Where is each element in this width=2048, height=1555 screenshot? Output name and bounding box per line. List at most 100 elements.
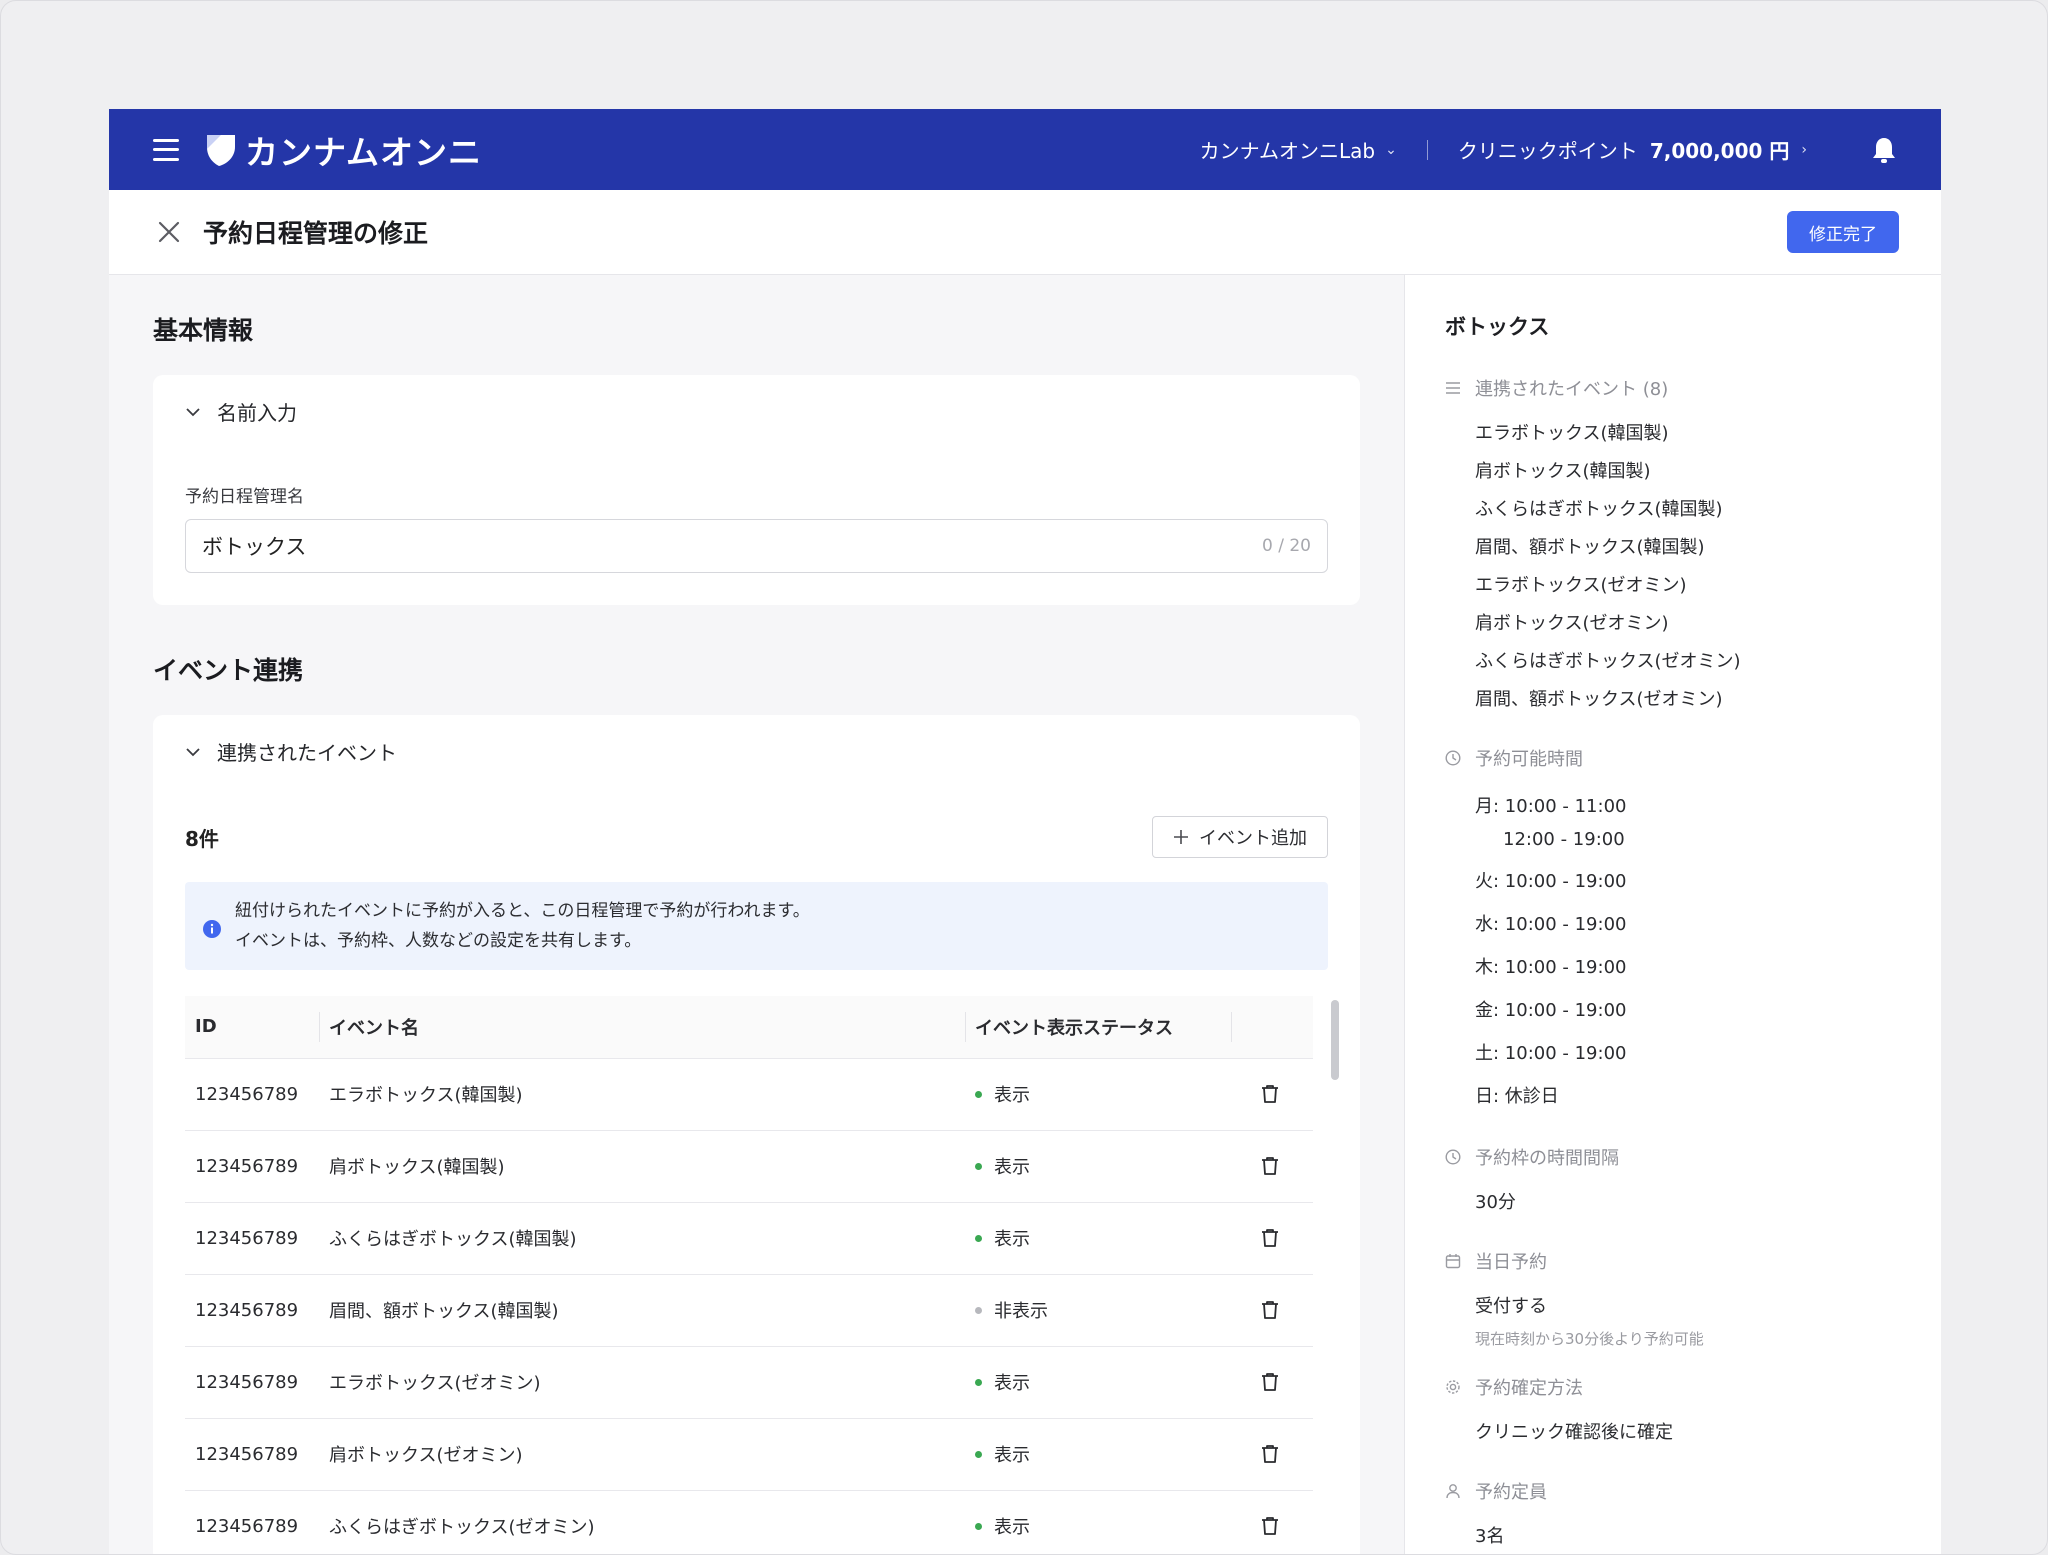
event-id: 123456789	[185, 1417, 319, 1490]
linked-events-toggle[interactable]: 連携されたイベント	[185, 737, 1328, 766]
table-row[interactable]: 123456789 エラボトックス(ゼオミン) 表示	[185, 1345, 1313, 1418]
clinic-points-link[interactable]: クリニックポイント 7,000,000 円 ›	[1458, 135, 1807, 164]
table-header-row: ID イベント名 イベント表示ステータス	[185, 996, 1313, 1058]
status-dot	[975, 1306, 982, 1314]
event-id: 123456789	[185, 1489, 319, 1554]
status-badge: 表示	[975, 1225, 1030, 1251]
event-name: 眉間、額ボトックス(韓国製)	[319, 1273, 965, 1346]
hours-thu: 木: 10:00 - 19:00	[1475, 957, 1627, 978]
add-event-button[interactable]: イベント追加	[1152, 816, 1328, 858]
name-input-card: 名前入力 予約日程管理名 ボトックス 0 / 20	[153, 375, 1360, 605]
status-badge: 表示	[975, 1081, 1030, 1107]
hours-tue: 火: 10:00 - 19:00	[1475, 871, 1627, 892]
event-name: エラボトックス(韓国製)	[319, 1057, 965, 1130]
gear-icon	[1446, 1380, 1460, 1394]
schedule-name-input[interactable]: ボトックス 0 / 20	[185, 519, 1328, 573]
page-titlebar: 予約日程管理の修正 修正完了	[109, 190, 1941, 275]
table-row[interactable]: 123456789 肩ボトックス(ゼオミン) 表示	[185, 1417, 1313, 1490]
clinic-name: カンナムオンニLab	[1199, 139, 1376, 163]
hours-fri: 金: 10:00 - 19:00	[1475, 1000, 1627, 1021]
card-title: 名前入力	[217, 401, 297, 425]
trash-icon[interactable]	[1261, 1444, 1279, 1464]
top-header: カンナムオンニ カンナムオンニLab ⌄ クリニックポイント 7,000,000…	[109, 109, 1941, 190]
basic-info-title: 基本情報	[153, 316, 254, 345]
capacity-heading: 予約定員	[1475, 1482, 1547, 1503]
event-id: 123456789	[185, 1345, 319, 1418]
column-header-actions	[1231, 996, 1313, 1058]
event-status: 表示	[994, 1445, 1030, 1466]
table-row[interactable]: 123456789 ふくらはぎボトックス(ゼオミン) 表示	[185, 1489, 1313, 1554]
row-actions	[1231, 1273, 1313, 1346]
event-name: 肩ボトックス(ゼオミン)	[319, 1417, 965, 1490]
event-name: エラボトックス(ゼオミン)	[319, 1345, 965, 1418]
linked-event-item: エラボトックス(ゼオミン)	[1475, 575, 1687, 596]
bell-icon[interactable]	[1871, 136, 1897, 164]
event-name: ふくらはぎボトックス(ゼオミン)	[319, 1489, 965, 1554]
status-badge: 非表示	[975, 1297, 1048, 1323]
linked-event-item: エラボトックス(韓国製)	[1475, 423, 1669, 444]
linked-event-item: 肩ボトックス(韓国製)	[1475, 461, 1651, 482]
hours-sun: 日: 休診日	[1475, 1086, 1559, 1107]
event-name: ふくらはぎボトックス(韓国製)	[319, 1201, 965, 1274]
summary-title: ボトックス	[1445, 315, 1550, 339]
column-header-name[interactable]: イベント名	[319, 996, 965, 1058]
plus-icon	[1174, 830, 1188, 844]
table-row[interactable]: 123456789 肩ボトックス(韓国製) 表示	[185, 1129, 1313, 1202]
list-icon	[1446, 382, 1460, 394]
trash-icon[interactable]	[1261, 1300, 1279, 1320]
hours-mon-2: 12:00 - 19:00	[1503, 829, 1625, 850]
clock-icon	[1445, 1149, 1461, 1165]
hours-sat: 土: 10:00 - 19:00	[1475, 1043, 1627, 1064]
row-actions	[1231, 1489, 1313, 1554]
trash-icon[interactable]	[1261, 1372, 1279, 1392]
column-header-status[interactable]: イベント表示ステータス	[965, 996, 1231, 1058]
sameday-heading: 当日予約	[1475, 1252, 1547, 1273]
info-notice: 紐付けられたイベントに予約が入ると、この日程管理で予約が行われます。 イベントは…	[185, 882, 1328, 970]
row-actions	[1231, 1129, 1313, 1202]
chevron-right-icon: ›	[1801, 141, 1807, 158]
status-dot	[975, 1234, 982, 1242]
table-scrollbar[interactable]	[1331, 1000, 1339, 1080]
table-row[interactable]: 123456789 眉間、額ボトックス(韓国製) 非表示	[185, 1273, 1313, 1346]
event-status: 表示	[994, 1517, 1030, 1539]
linked-event-item: 眉間、額ボトックス(韓国製)	[1475, 537, 1705, 558]
row-actions	[1231, 1057, 1313, 1130]
linked-event-item: ふくらはぎボトックス(韓国製)	[1475, 499, 1723, 520]
close-icon[interactable]	[157, 220, 181, 244]
event-status-cell: 表示	[965, 1129, 1231, 1202]
linked-events-card: 連携されたイベント 8件 イベント追加 紐付けられたイベントに予約が入ると、この…	[153, 715, 1360, 1554]
trash-icon[interactable]	[1261, 1228, 1279, 1248]
complete-edit-button[interactable]: 修正完了	[1787, 211, 1899, 253]
event-status-cell: 表示	[965, 1201, 1231, 1274]
event-status-cell: 非表示	[965, 1273, 1231, 1346]
info-text-line2: イベントは、予約枠、人数などの設定を共有します。	[235, 931, 642, 951]
trash-icon[interactable]	[1261, 1084, 1279, 1104]
clock-icon	[1445, 750, 1461, 766]
chevron-down-icon	[186, 407, 200, 416]
table-row[interactable]: 123456789 エラボトックス(韓国製) 表示	[185, 1057, 1313, 1130]
trash-icon[interactable]	[1261, 1156, 1279, 1176]
column-header-id[interactable]: ID	[185, 996, 319, 1058]
trash-icon[interactable]	[1261, 1516, 1279, 1536]
schedule-name-value: ボトックス	[202, 535, 307, 559]
logo[interactable]: カンナムオンニ	[205, 126, 482, 174]
linked-events-heading: 連携されたイベント (8)	[1475, 379, 1669, 400]
clinic-selector[interactable]: カンナムオンニLab ⌄	[1200, 135, 1397, 164]
main-content: 基本情報 名前入力 予約日程管理名 ボトックス 0 / 20 イベント連携 連携…	[109, 275, 1405, 1554]
sameday-value: 受付する	[1475, 1296, 1547, 1317]
table-row[interactable]: 123456789 ふくらはぎボトックス(韓国製) 表示	[185, 1201, 1313, 1274]
event-id: 123456789	[185, 1057, 319, 1130]
menu-icon[interactable]	[153, 138, 179, 161]
calendar-icon	[1445, 1254, 1461, 1269]
event-status: 表示	[994, 1373, 1030, 1394]
app-window: カンナムオンニ カンナムオンニLab ⌄ クリニックポイント 7,000,000…	[109, 109, 1941, 1554]
status-dot	[975, 1522, 982, 1530]
page-title: 予約日程管理の修正	[203, 219, 429, 248]
event-link-title: イベント連携	[153, 656, 304, 685]
confirm-heading: 予約確定方法	[1475, 1378, 1583, 1399]
event-count: 8件	[185, 826, 219, 851]
event-status-cell: 表示	[965, 1417, 1231, 1490]
status-dot	[975, 1162, 982, 1170]
events-table: ID イベント名 イベント表示ステータス 123456789 エラボトックス(韓国…	[185, 996, 1313, 1554]
name-input-toggle[interactable]: 名前入力	[185, 397, 1328, 426]
